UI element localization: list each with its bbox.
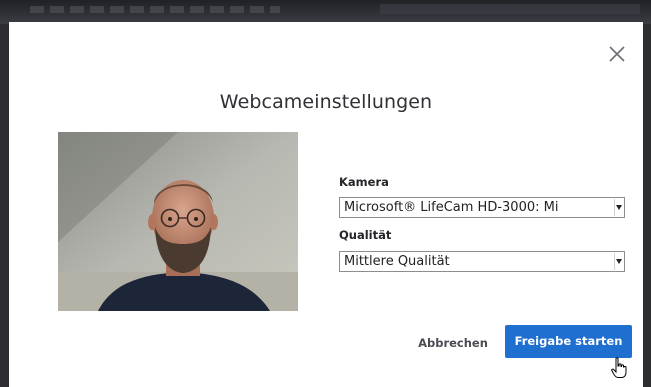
chevron-down-icon xyxy=(614,253,623,270)
cancel-button[interactable]: Abbrechen xyxy=(409,328,497,358)
start-sharing-button[interactable]: Freigabe starten xyxy=(505,325,632,358)
hand-pointer-icon xyxy=(611,357,627,379)
webcam-settings-dialog: Webcameinstellungen Kamera Microsoft® Li… xyxy=(9,22,643,387)
background-app-strip xyxy=(0,0,651,24)
camera-select[interactable]: Microsoft® LifeCam HD-3000: Mi xyxy=(339,197,625,218)
quality-select[interactable]: Mittlere Qualität xyxy=(339,251,625,272)
webcam-preview xyxy=(58,132,298,311)
camera-select-value: Microsoft® LifeCam HD-3000: Mi xyxy=(344,200,559,215)
close-icon[interactable] xyxy=(606,43,628,65)
background-blurred-bar xyxy=(380,4,640,14)
dialog-title: Webcameinstellungen xyxy=(219,91,433,113)
quality-select-value: Mittlere Qualität xyxy=(344,254,450,269)
chevron-down-icon xyxy=(614,199,623,216)
background-blurred-text xyxy=(30,6,280,13)
quality-label: Qualität xyxy=(339,228,392,242)
camera-label: Kamera xyxy=(339,175,389,189)
